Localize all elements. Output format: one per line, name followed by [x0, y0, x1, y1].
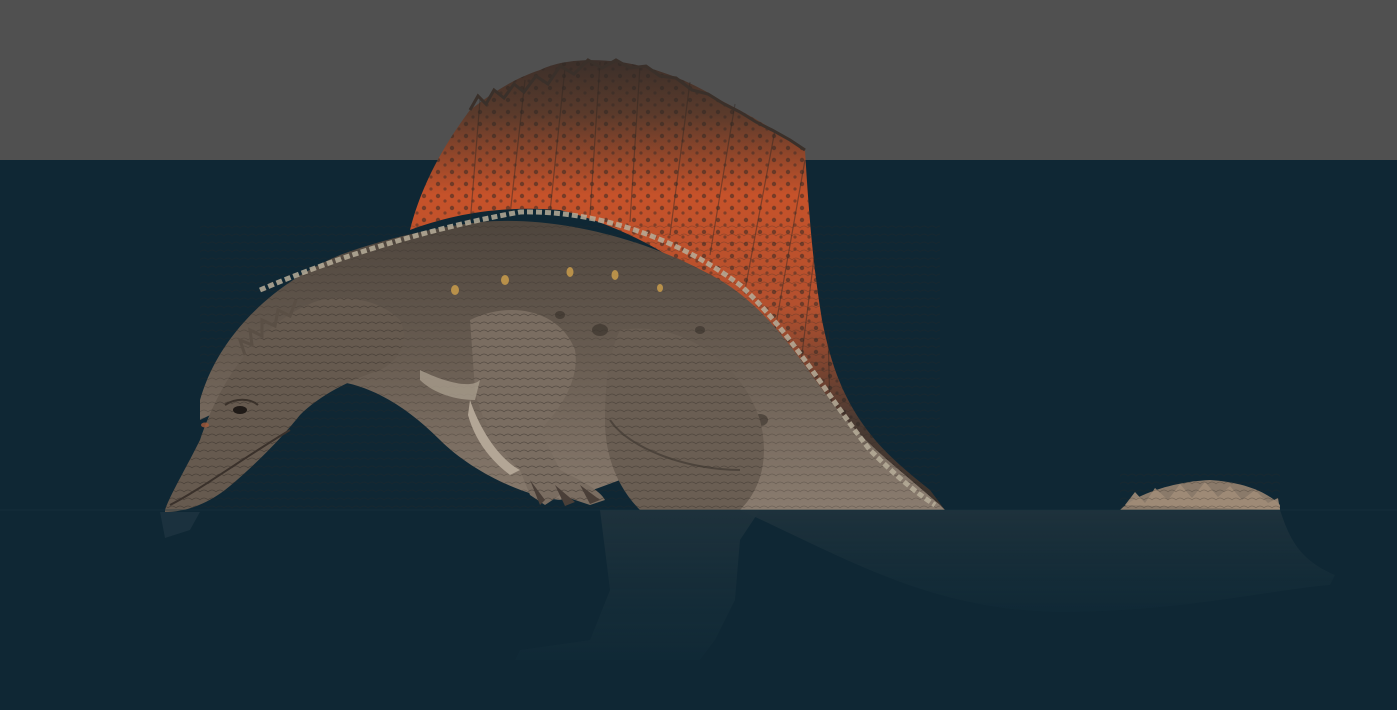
water-reflection	[160, 510, 1335, 660]
scene-canvas	[0, 0, 1397, 710]
spinosaurus-illustration	[0, 58, 1397, 660]
tail-tip	[1120, 470, 1280, 510]
